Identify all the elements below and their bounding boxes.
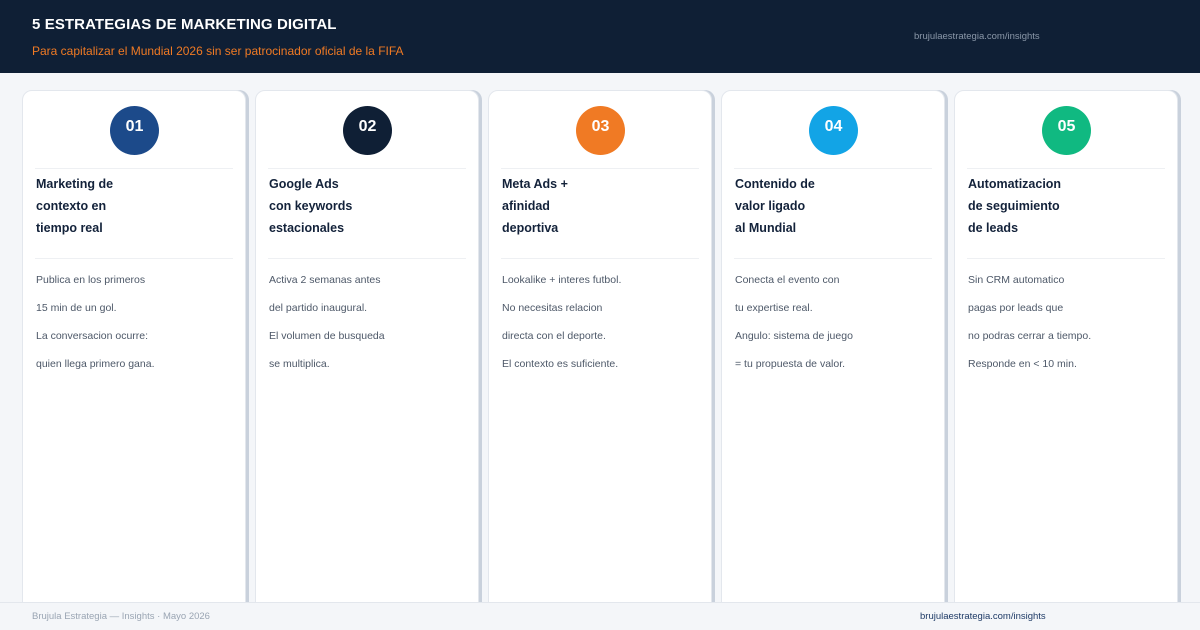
divider	[501, 168, 699, 169]
divider	[967, 168, 1165, 169]
strategy-description-line: del partido inaugural.	[269, 302, 368, 314]
strategy-description-line: tu expertise real.	[735, 302, 813, 314]
strategy-title: Automatizacion de seguimiento de leads	[968, 173, 1168, 239]
strategy-description-line: directa con el deporte.	[502, 330, 606, 342]
divider	[734, 258, 932, 259]
strategy-description-line: Responde en < 10 min.	[968, 358, 1077, 370]
strategy-description-line: Lookalike + interes futbol.	[502, 274, 622, 286]
strategy-number-badge: 05	[1042, 106, 1091, 155]
strategy-title-line: afinidad	[502, 199, 550, 213]
strategy-title-line: Meta Ads +	[502, 177, 568, 191]
strategy-title-line: estacionales	[269, 221, 345, 235]
strategy-description: Conecta el evento con tu expertise real.…	[735, 266, 935, 378]
divider	[967, 258, 1165, 259]
strategy-description-line: se multiplica.	[269, 358, 330, 370]
strategy-card-1: 01 Marketing de contexto en tiempo real …	[22, 90, 246, 630]
strategy-title-line: de seguimiento	[968, 199, 1060, 213]
divider	[35, 258, 233, 259]
strategy-title-line: con keywords	[269, 199, 353, 213]
divider	[501, 258, 699, 259]
strategy-title: Contenido de valor ligado al Mundial	[735, 173, 935, 239]
strategy-number-badge: 03	[576, 106, 625, 155]
strategy-description-line: El contexto es suficiente.	[502, 358, 619, 370]
strategy-cards: 01 Marketing de contexto en tiempo real …	[0, 0, 1200, 630]
strategy-description: Activa 2 semanas antes del partido inaug…	[269, 266, 469, 378]
strategy-title-line: Automatizacion	[968, 177, 1062, 191]
strategy-description-line: Conecta el evento con	[735, 274, 840, 286]
strategy-number-badge: 02	[343, 106, 392, 155]
divider	[734, 168, 932, 169]
strategy-description-line: Publica en los primeros	[36, 274, 146, 286]
strategy-card-3: 03 Meta Ads + afinidad deportiva Lookali…	[488, 90, 712, 630]
strategy-card-5: 05 Automatizacion de seguimiento de lead…	[954, 90, 1178, 630]
strategy-description-line: pagas por leads que	[968, 302, 1064, 314]
strategy-title-line: al Mundial	[735, 221, 797, 235]
strategy-description-line: Sin CRM automatico	[968, 274, 1065, 286]
divider	[268, 168, 466, 169]
strategy-title-line: contexto en	[36, 199, 107, 213]
strategy-number-badge: 01	[110, 106, 159, 155]
footer-link[interactable]: brujulaestrategia.com/insights	[920, 611, 1046, 622]
divider	[35, 168, 233, 169]
strategy-card-2: 02 Google Ads con keywords estacionales …	[255, 90, 479, 630]
strategy-title-line: Contenido de	[735, 177, 815, 191]
footer: Brujula Estrategia — Insights · Mayo 202…	[0, 602, 1200, 630]
strategy-title-line: de leads	[968, 221, 1019, 235]
footer-credit: Brujula Estrategia — Insights · Mayo 202…	[32, 611, 210, 622]
strategy-description: Lookalike + interes futbol. No necesitas…	[502, 266, 702, 378]
strategy-description: Publica en los primeros 15 min de un gol…	[36, 266, 236, 378]
strategy-description-line: = tu propuesta de valor.	[735, 358, 846, 370]
strategy-title: Google Ads con keywords estacionales	[269, 173, 469, 239]
strategy-description-line: Angulo: sistema de juego	[735, 330, 853, 342]
strategy-card-4: 04 Contenido de valor ligado al Mundial …	[721, 90, 945, 630]
strategy-description-line: La conversacion ocurre:	[36, 330, 149, 342]
strategy-title-line: Google Ads	[269, 177, 339, 191]
divider	[268, 258, 466, 259]
strategy-title-line: Marketing de	[36, 177, 114, 191]
strategy-title: Meta Ads + afinidad deportiva	[502, 173, 702, 239]
strategy-description-line: quien llega primero gana.	[36, 358, 155, 370]
strategy-description-line: El volumen de busqueda	[269, 330, 385, 342]
strategy-title-line: valor ligado	[735, 199, 806, 213]
strategy-description-line: No necesitas relacion	[502, 302, 603, 314]
strategy-title-line: deportiva	[502, 221, 559, 235]
strategy-description-line: Activa 2 semanas antes	[269, 274, 381, 286]
strategy-description: Sin CRM automatico pagas por leads que n…	[968, 266, 1168, 378]
strategy-description-line: 15 min de un gol.	[36, 302, 117, 314]
strategy-description-line: no podras cerrar a tiempo.	[968, 330, 1092, 342]
strategy-title: Marketing de contexto en tiempo real	[36, 173, 236, 239]
strategy-title-line: tiempo real	[36, 221, 103, 235]
strategy-number-badge: 04	[809, 106, 858, 155]
